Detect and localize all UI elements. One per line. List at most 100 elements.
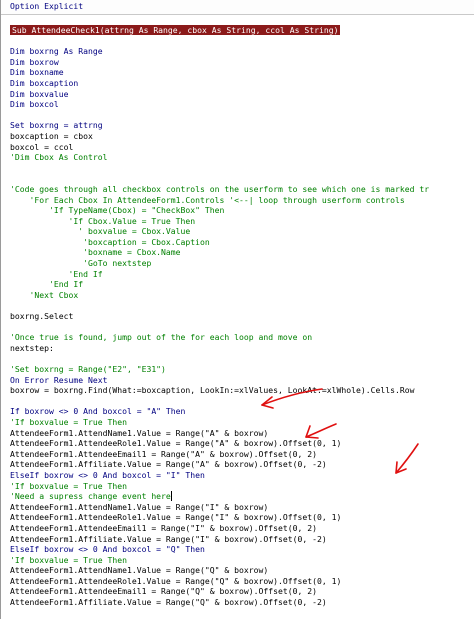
code-line[interactable]: Dim boxcaption (0, 78, 474, 89)
code-line[interactable]: 'If boxvalue = True Then (0, 417, 474, 428)
code-line[interactable]: AttendeeForm1.AttendeeRole1.Value = Rang… (0, 438, 474, 449)
code-line[interactable] (0, 353, 474, 364)
code-line[interactable] (0, 396, 474, 407)
code-line[interactable] (0, 163, 474, 174)
code-line[interactable]: AttendeeForm1.AttendeeRole1.Value = Rang… (0, 576, 474, 587)
code-line[interactable]: AttendeeForm1.Affiliate.Value = Range("A… (0, 459, 474, 470)
code-line-text: 'boxcaption = Cbox.Caption (10, 236, 210, 247)
code-line-text: AttendeeForm1.AttendName1.Value = Range(… (10, 501, 269, 512)
code-line-text: AttendeeForm1.AttendeeEmail1 = Range("A"… (10, 448, 317, 459)
code-line-text: boxcaption = cbox (10, 130, 93, 141)
code-line-text: Dim boxvalue (10, 88, 69, 99)
code-editor[interactable]: Sub AttendeeCheck1(attrng As Range, cbox… (0, 25, 474, 608)
code-line[interactable] (0, 110, 474, 121)
code-line-text: AttendeeForm1.Affiliate.Value = Range("I… (10, 533, 327, 544)
code-line-text: AttendeeForm1.AttendeeEmail1 = Range("Q"… (10, 586, 317, 597)
code-line-text: 'boxname = Cbox.Name (10, 247, 181, 258)
code-line-text: AttendeeForm1.AttendeeEmail1 = Range("I"… (10, 522, 317, 533)
code-line-text: ElseIf boxrow <> 0 And boxcol = "Q" Then (10, 544, 205, 555)
code-line-text: Dim boxrow (10, 56, 59, 67)
code-line-text: boxcol = ccol (10, 141, 74, 152)
text-cursor (170, 491, 172, 502)
declarations-header: Option Explicit (0, 0, 474, 15)
code-line-text: Sub AttendeeCheck1(attrng As Range, cbox… (10, 25, 341, 35)
code-line[interactable]: If boxrow <> 0 And boxcol = "A" Then (0, 406, 474, 417)
code-line[interactable]: ElseIf boxrow <> 0 And boxcol = "I" Then (0, 470, 474, 481)
code-line[interactable] (0, 173, 474, 184)
code-line-text: Dim boxcaption (10, 77, 79, 88)
code-line[interactable]: 'GoTo nextstep (0, 258, 474, 269)
code-line[interactable]: 'Once true is found, jump out of the for… (0, 332, 474, 343)
code-line[interactable]: boxrow = boxrng.Find(What:=boxcaption, L… (0, 385, 474, 396)
code-line[interactable]: AttendeeForm1.AttendeeEmail1 = Range("A"… (0, 449, 474, 460)
code-line-text: 'Next Cbox (10, 289, 79, 300)
code-line[interactable]: AttendeeForm1.Affiliate.Value = Range("I… (0, 534, 474, 545)
option-explicit-label: Option Explicit (10, 1, 84, 11)
code-line[interactable]: Dim boxvalue (0, 89, 474, 100)
code-line-text: On Error Resume Next (10, 374, 108, 385)
code-line[interactable]: 'If Cbox.Value = True Then (0, 216, 474, 227)
code-line[interactable]: 'Need a supress change event here (0, 491, 474, 502)
code-line[interactable]: Dim boxrng As Range (0, 46, 474, 57)
code-line[interactable]: boxcaption = cbox (0, 131, 474, 142)
sub-declaration-line[interactable]: Sub AttendeeCheck1(attrng As Range, cbox… (0, 25, 474, 36)
code-line[interactable]: AttendeeForm1.AttendName1.Value = Range(… (0, 502, 474, 513)
code-line[interactable]: boxcol = ccol (0, 142, 474, 153)
code-line[interactable]: 'End If (0, 279, 474, 290)
code-line-text: ' boxvalue = Cbox.Value (10, 226, 191, 237)
code-line[interactable]: AttendeeForm1.Affiliate.Value = Range("Q… (0, 597, 474, 608)
code-line-text: 'Set boxrng = Range("E2", "E31") (10, 364, 166, 374)
code-line[interactable]: Dim boxcol (0, 99, 474, 110)
code-line-text: 'If TypeName(Cbox) = "CheckBox" Then (10, 205, 225, 216)
code-line-text: 'End If (10, 279, 84, 290)
code-line-text: AttendeeForm1.AttendName1.Value = Range(… (10, 427, 269, 438)
code-line[interactable]: AttendeeForm1.AttendeeRole1.Value = Rang… (0, 512, 474, 523)
code-line-text: 'End If (10, 268, 103, 279)
code-line[interactable]: nextstep: (0, 343, 474, 354)
code-line-text: AttendeeForm1.AttendName1.Value = Range(… (10, 565, 269, 576)
code-line[interactable]: 'boxname = Cbox.Name (0, 247, 474, 258)
code-line[interactable]: 'For Each Cbox In AttendeeForm1.Controls… (0, 195, 474, 206)
code-line[interactable]: AttendeeForm1.AttendName1.Value = Range(… (0, 428, 474, 439)
code-line[interactable]: 'End If (0, 269, 474, 280)
code-line[interactable]: ' boxvalue = Cbox.Value (0, 226, 474, 237)
code-line-text: 'If Cbox.Value = True Then (10, 215, 196, 226)
code-line[interactable]: AttendeeForm1.AttendName1.Value = Range(… (0, 565, 474, 576)
code-line-text: boxrng.Select (10, 311, 74, 322)
code-line[interactable]: Dim boxname (0, 67, 474, 78)
code-line[interactable]: 'If boxvalue = True Then (0, 481, 474, 492)
code-line-text: Dim boxrng As Range (10, 46, 103, 57)
code-line-text: AttendeeForm1.AttendeeRole1.Value = Rang… (10, 438, 342, 449)
code-line[interactable]: 'boxcaption = Cbox.Caption (0, 237, 474, 248)
code-line[interactable]: 'Dim Cbox As Control (0, 152, 474, 163)
code-line[interactable]: AttendeeForm1.AttendeeEmail1 = Range("I"… (0, 523, 474, 534)
code-line[interactable]: AttendeeForm1.AttendeeEmail1 = Range("Q"… (0, 586, 474, 597)
code-line[interactable] (0, 36, 474, 47)
code-line[interactable]: ElseIf boxrow <> 0 And boxcol = "Q" Then (0, 544, 474, 555)
code-line-text: 'GoTo nextstep (10, 258, 152, 269)
code-line[interactable]: 'If TypeName(Cbox) = "CheckBox" Then (0, 205, 474, 216)
code-line-text: AttendeeForm1.Affiliate.Value = Range("A… (10, 459, 327, 470)
code-line-text: 'If boxvalue = True Then (10, 416, 127, 427)
code-line-text: AttendeeForm1.AttendeeRole1.Value = Rang… (10, 575, 342, 586)
code-line[interactable]: Set boxrng = attrng (0, 120, 474, 131)
code-line-text: Dim boxcol (10, 99, 59, 110)
code-line[interactable]: 'Set boxrng = Range("E2", "E31") (0, 364, 474, 375)
code-line-text: ElseIf boxrow <> 0 And boxcol = "I" Then (10, 469, 205, 480)
code-line[interactable]: Dim boxrow (0, 57, 474, 68)
code-line[interactable]: boxrng.Select (0, 311, 474, 322)
code-line-text: Dim boxname (10, 67, 64, 78)
code-line[interactable] (0, 322, 474, 333)
code-line[interactable]: 'Next Cbox (0, 290, 474, 301)
code-line-text: If boxrow <> 0 And boxcol = "A" Then (10, 406, 186, 417)
code-line[interactable]: 'If boxvalue = True Then (0, 555, 474, 566)
code-line-text: Set boxrng = attrng (10, 120, 103, 131)
code-line-text: boxrow = boxrng.Find(What:=boxcaption, L… (10, 385, 415, 396)
code-line[interactable]: 'Code goes through all checkbox controls… (0, 184, 474, 195)
code-line-text: 'If boxvalue = True Then (10, 554, 127, 565)
code-line[interactable] (0, 300, 474, 311)
code-line-text: AttendeeForm1.Affiliate.Value = Range("Q… (10, 597, 327, 608)
code-line[interactable]: On Error Resume Next (0, 375, 474, 386)
code-line-text: nextstep: (10, 342, 54, 353)
code-line-text: 'If boxvalue = True Then (10, 480, 127, 491)
